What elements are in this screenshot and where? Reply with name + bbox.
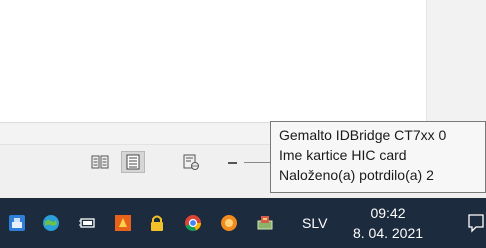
read-mode-icon [91,155,109,169]
network-drive-icon[interactable] [8,214,26,232]
tooltip-certificates: Naloženo(a) potrdilo(a) 2 [279,167,434,183]
document-canvas[interactable] [0,0,426,122]
side-panel [426,0,486,122]
language-indicator[interactable]: SLV [302,215,327,231]
web-layout-button[interactable] [179,151,203,173]
clock-date: 8. 04. 2021 [352,225,424,241]
tooltip-reader-name: Gemalto IDBridge CT7xx 0 [279,127,447,143]
print-layout-button[interactable] [121,151,145,173]
battery-plug-icon[interactable] [78,214,96,232]
zoom-out-icon[interactable] [228,162,237,164]
tooltip-card-name: Ime kartice HIC card [279,147,407,163]
office-app-icon[interactable] [114,214,132,232]
read-mode-button[interactable] [88,151,112,173]
smart-card-tooltip: Gemalto IDBridge CT7xx 0 Ime kartice HIC… [270,121,486,193]
print-layout-icon [126,154,140,170]
lock-icon[interactable] [148,214,166,232]
clock-time: 09:42 [370,205,406,221]
globe-sync-icon[interactable] [42,214,60,232]
orange-app-icon[interactable] [220,214,238,232]
chrome-icon[interactable] [184,214,202,232]
web-layout-icon [183,154,199,170]
notification-icon[interactable] [466,212,486,234]
clock[interactable]: 09:42 8. 04. 2021 [348,203,428,243]
smart-card-reader-icon[interactable] [256,214,274,232]
